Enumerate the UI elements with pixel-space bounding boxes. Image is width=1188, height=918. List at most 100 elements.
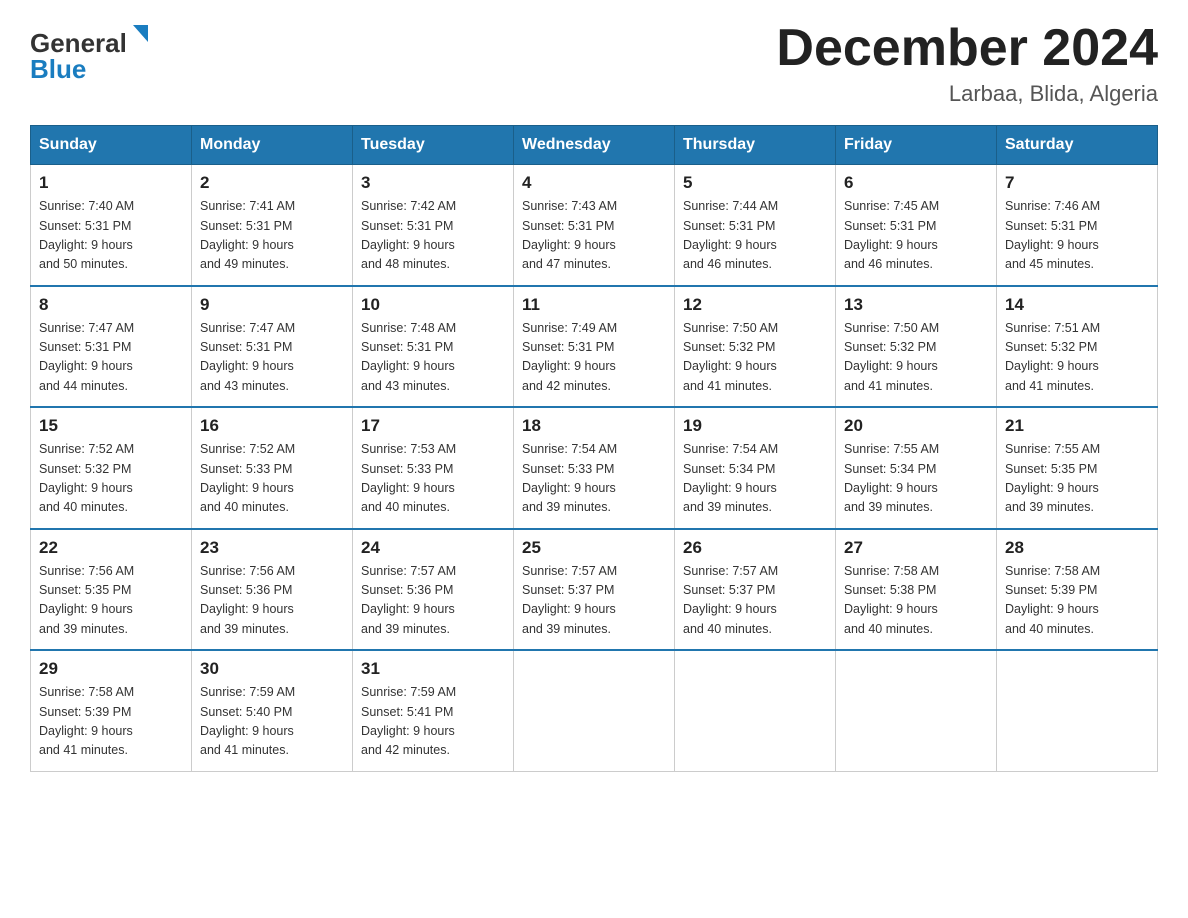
table-row: 7 Sunrise: 7:46 AMSunset: 5:31 PMDayligh… [997,165,1158,286]
table-row: 11 Sunrise: 7:49 AMSunset: 5:31 PMDaylig… [514,286,675,408]
title-block: December 2024 Larbaa, Blida, Algeria [776,20,1158,107]
day-info: Sunrise: 7:57 AMSunset: 5:36 PMDaylight:… [361,562,505,640]
day-number: 20 [844,416,988,436]
day-info: Sunrise: 7:58 AMSunset: 5:39 PMDaylight:… [1005,562,1149,640]
day-number: 23 [200,538,344,558]
day-info: Sunrise: 7:58 AMSunset: 5:39 PMDaylight:… [39,683,183,761]
table-row: 13 Sunrise: 7:50 AMSunset: 5:32 PMDaylig… [836,286,997,408]
table-row: 17 Sunrise: 7:53 AMSunset: 5:33 PMDaylig… [353,407,514,529]
day-info: Sunrise: 7:57 AMSunset: 5:37 PMDaylight:… [683,562,827,640]
table-row: 26 Sunrise: 7:57 AMSunset: 5:37 PMDaylig… [675,529,836,651]
day-info: Sunrise: 7:41 AMSunset: 5:31 PMDaylight:… [200,197,344,275]
table-row: 10 Sunrise: 7:48 AMSunset: 5:31 PMDaylig… [353,286,514,408]
day-info: Sunrise: 7:54 AMSunset: 5:34 PMDaylight:… [683,440,827,518]
table-row: 24 Sunrise: 7:57 AMSunset: 5:36 PMDaylig… [353,529,514,651]
day-number: 6 [844,173,988,193]
table-row: 27 Sunrise: 7:58 AMSunset: 5:38 PMDaylig… [836,529,997,651]
day-info: Sunrise: 7:51 AMSunset: 5:32 PMDaylight:… [1005,319,1149,397]
col-header-sunday: Sunday [31,126,192,165]
table-row [675,650,836,771]
table-row: 23 Sunrise: 7:56 AMSunset: 5:36 PMDaylig… [192,529,353,651]
day-info: Sunrise: 7:48 AMSunset: 5:31 PMDaylight:… [361,319,505,397]
calendar-week-row: 29 Sunrise: 7:58 AMSunset: 5:39 PMDaylig… [31,650,1158,771]
day-number: 5 [683,173,827,193]
col-header-friday: Friday [836,126,997,165]
day-info: Sunrise: 7:45 AMSunset: 5:31 PMDaylight:… [844,197,988,275]
table-row: 6 Sunrise: 7:45 AMSunset: 5:31 PMDayligh… [836,165,997,286]
day-info: Sunrise: 7:44 AMSunset: 5:31 PMDaylight:… [683,197,827,275]
day-number: 17 [361,416,505,436]
logo: General Blue [30,20,150,85]
calendar-week-row: 8 Sunrise: 7:47 AMSunset: 5:31 PMDayligh… [31,286,1158,408]
day-number: 26 [683,538,827,558]
table-row: 1 Sunrise: 7:40 AMSunset: 5:31 PMDayligh… [31,165,192,286]
col-header-tuesday: Tuesday [353,126,514,165]
day-number: 15 [39,416,183,436]
month-title: December 2024 [776,20,1158,77]
day-info: Sunrise: 7:59 AMSunset: 5:41 PMDaylight:… [361,683,505,761]
day-info: Sunrise: 7:47 AMSunset: 5:31 PMDaylight:… [200,319,344,397]
table-row: 5 Sunrise: 7:44 AMSunset: 5:31 PMDayligh… [675,165,836,286]
day-number: 16 [200,416,344,436]
day-number: 28 [1005,538,1149,558]
day-number: 25 [522,538,666,558]
day-number: 19 [683,416,827,436]
day-info: Sunrise: 7:50 AMSunset: 5:32 PMDaylight:… [844,319,988,397]
day-info: Sunrise: 7:55 AMSunset: 5:35 PMDaylight:… [1005,440,1149,518]
day-number: 27 [844,538,988,558]
table-row: 30 Sunrise: 7:59 AMSunset: 5:40 PMDaylig… [192,650,353,771]
location: Larbaa, Blida, Algeria [776,81,1158,107]
calendar-header-row: Sunday Monday Tuesday Wednesday Thursday… [31,126,1158,165]
calendar-table: Sunday Monday Tuesday Wednesday Thursday… [30,125,1158,772]
table-row: 19 Sunrise: 7:54 AMSunset: 5:34 PMDaylig… [675,407,836,529]
table-row: 31 Sunrise: 7:59 AMSunset: 5:41 PMDaylig… [353,650,514,771]
day-info: Sunrise: 7:56 AMSunset: 5:36 PMDaylight:… [200,562,344,640]
table-row: 29 Sunrise: 7:58 AMSunset: 5:39 PMDaylig… [31,650,192,771]
day-info: Sunrise: 7:57 AMSunset: 5:37 PMDaylight:… [522,562,666,640]
page-header: General Blue December 2024 Larbaa, Blida… [30,20,1158,107]
svg-text:Blue: Blue [30,54,86,84]
day-info: Sunrise: 7:54 AMSunset: 5:33 PMDaylight:… [522,440,666,518]
day-number: 1 [39,173,183,193]
table-row [836,650,997,771]
day-info: Sunrise: 7:43 AMSunset: 5:31 PMDaylight:… [522,197,666,275]
day-info: Sunrise: 7:59 AMSunset: 5:40 PMDaylight:… [200,683,344,761]
day-number: 18 [522,416,666,436]
logo-svg: General Blue [30,20,150,85]
day-info: Sunrise: 7:53 AMSunset: 5:33 PMDaylight:… [361,440,505,518]
table-row [997,650,1158,771]
day-number: 3 [361,173,505,193]
col-header-saturday: Saturday [997,126,1158,165]
day-number: 10 [361,295,505,315]
day-number: 11 [522,295,666,315]
day-number: 4 [522,173,666,193]
day-number: 13 [844,295,988,315]
table-row: 4 Sunrise: 7:43 AMSunset: 5:31 PMDayligh… [514,165,675,286]
day-number: 29 [39,659,183,679]
table-row: 20 Sunrise: 7:55 AMSunset: 5:34 PMDaylig… [836,407,997,529]
table-row: 9 Sunrise: 7:47 AMSunset: 5:31 PMDayligh… [192,286,353,408]
day-info: Sunrise: 7:40 AMSunset: 5:31 PMDaylight:… [39,197,183,275]
day-number: 12 [683,295,827,315]
table-row: 18 Sunrise: 7:54 AMSunset: 5:33 PMDaylig… [514,407,675,529]
table-row: 28 Sunrise: 7:58 AMSunset: 5:39 PMDaylig… [997,529,1158,651]
day-info: Sunrise: 7:58 AMSunset: 5:38 PMDaylight:… [844,562,988,640]
col-header-monday: Monday [192,126,353,165]
calendar-week-row: 22 Sunrise: 7:56 AMSunset: 5:35 PMDaylig… [31,529,1158,651]
day-info: Sunrise: 7:50 AMSunset: 5:32 PMDaylight:… [683,319,827,397]
day-number: 22 [39,538,183,558]
day-number: 14 [1005,295,1149,315]
day-info: Sunrise: 7:52 AMSunset: 5:33 PMDaylight:… [200,440,344,518]
day-info: Sunrise: 7:52 AMSunset: 5:32 PMDaylight:… [39,440,183,518]
table-row [514,650,675,771]
day-number: 30 [200,659,344,679]
calendar-week-row: 1 Sunrise: 7:40 AMSunset: 5:31 PMDayligh… [31,165,1158,286]
col-header-thursday: Thursday [675,126,836,165]
day-info: Sunrise: 7:56 AMSunset: 5:35 PMDaylight:… [39,562,183,640]
table-row: 16 Sunrise: 7:52 AMSunset: 5:33 PMDaylig… [192,407,353,529]
table-row: 25 Sunrise: 7:57 AMSunset: 5:37 PMDaylig… [514,529,675,651]
day-info: Sunrise: 7:46 AMSunset: 5:31 PMDaylight:… [1005,197,1149,275]
table-row: 2 Sunrise: 7:41 AMSunset: 5:31 PMDayligh… [192,165,353,286]
table-row: 21 Sunrise: 7:55 AMSunset: 5:35 PMDaylig… [997,407,1158,529]
day-info: Sunrise: 7:42 AMSunset: 5:31 PMDaylight:… [361,197,505,275]
